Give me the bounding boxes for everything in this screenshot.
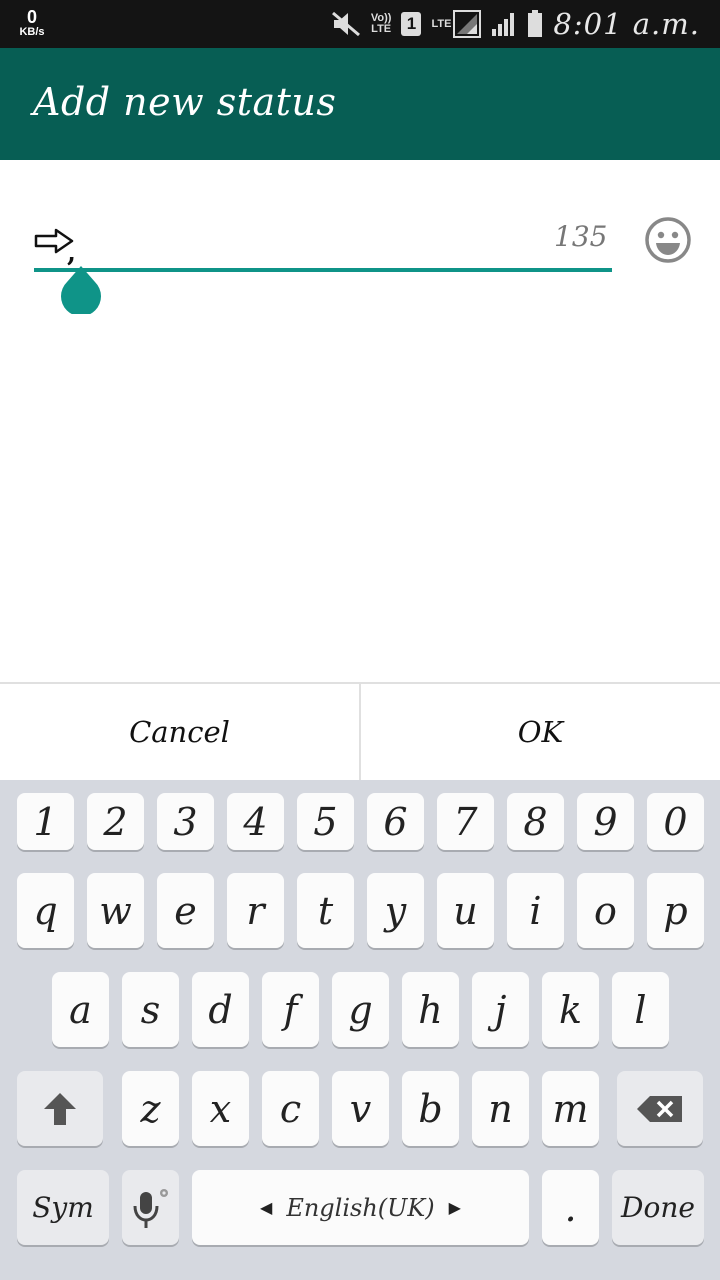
key-o[interactable]: o — [577, 873, 634, 948]
key-1[interactable]: 1 — [17, 793, 74, 850]
key-x[interactable]: x — [192, 1071, 249, 1146]
key-w[interactable]: w — [87, 873, 144, 948]
key-r[interactable]: r — [227, 873, 284, 948]
app-bar: Add new status — [0, 48, 720, 160]
key-0[interactable]: 0 — [647, 793, 704, 850]
clock: 8:01 a.m. — [553, 7, 700, 41]
network-speed: 0 KB/s — [14, 8, 50, 38]
key-z[interactable]: z — [122, 1071, 179, 1146]
status-bar: 0 KB/s Vo)) LTE 1 LTE 8:01 a.m. — [0, 0, 720, 48]
key-d[interactable]: d — [192, 972, 249, 1047]
mute-icon — [331, 11, 360, 37]
keyboard: 1 2 3 4 5 6 7 8 9 0 q w e r t y u i o p … — [0, 780, 720, 1280]
key-n[interactable]: n — [472, 1071, 529, 1146]
key-g[interactable]: g — [332, 972, 389, 1047]
status-input-area: , 135 — [0, 160, 720, 682]
input-underline — [34, 268, 612, 272]
lte-label: LTE — [431, 17, 452, 30]
period-key[interactable]: . — [542, 1170, 599, 1245]
key-8[interactable]: 8 — [507, 793, 564, 850]
key-q[interactable]: q — [17, 873, 74, 948]
emoji-icon[interactable] — [644, 216, 692, 264]
language-prev-icon: ◀ — [260, 1198, 273, 1217]
page-title: Add new status — [33, 80, 337, 124]
key-6[interactable]: 6 — [367, 793, 424, 850]
char-counter: 135 — [554, 220, 608, 253]
key-5[interactable]: 5 — [297, 793, 354, 850]
key-m[interactable]: m — [542, 1071, 599, 1146]
space-key[interactable]: ◀ English(UK) ▶ — [192, 1170, 529, 1245]
network-speed-value: 0 — [26, 7, 37, 27]
key-l[interactable]: l — [612, 972, 669, 1047]
sim-icon: 1 — [401, 12, 422, 36]
shift-key[interactable] — [17, 1071, 103, 1146]
backspace-icon — [637, 1095, 682, 1122]
signal-icon — [492, 13, 515, 36]
key-s[interactable]: s — [122, 972, 179, 1047]
microphone-icon — [133, 1188, 168, 1228]
network-speed-unit: KB/s — [19, 26, 45, 38]
key-9[interactable]: 9 — [577, 793, 634, 850]
key-i[interactable]: i — [507, 873, 564, 948]
dialog-buttons: Cancel OK — [0, 682, 720, 780]
shift-arrow-icon — [44, 1092, 76, 1125]
key-b[interactable]: b — [402, 1071, 459, 1146]
voice-input-key[interactable] — [122, 1170, 179, 1245]
key-u[interactable]: u — [437, 873, 494, 948]
backspace-key[interactable] — [617, 1071, 703, 1146]
status-input-text[interactable]: , — [67, 238, 76, 268]
key-4[interactable]: 4 — [227, 793, 284, 850]
key-7[interactable]: 7 — [437, 793, 494, 850]
cursor-handle[interactable] — [61, 266, 101, 314]
lte-signal-icon — [453, 10, 482, 38]
key-j[interactable]: j — [472, 972, 529, 1047]
volte-icon: Vo)) LTE — [370, 12, 392, 35]
key-p[interactable]: p — [647, 873, 704, 948]
battery-icon — [528, 10, 543, 37]
key-v[interactable]: v — [332, 1071, 389, 1146]
sym-key[interactable]: Sym — [17, 1170, 109, 1245]
key-f[interactable]: f — [262, 972, 319, 1047]
key-h[interactable]: h — [402, 972, 459, 1047]
key-e[interactable]: e — [157, 873, 214, 948]
key-2[interactable]: 2 — [87, 793, 144, 850]
cancel-button[interactable]: Cancel — [0, 684, 359, 780]
language-label: English(UK) — [286, 1193, 435, 1222]
ok-button[interactable]: OK — [359, 684, 720, 780]
key-t[interactable]: t — [297, 873, 354, 948]
key-a[interactable]: a — [52, 972, 109, 1047]
key-3[interactable]: 3 — [157, 793, 214, 850]
language-next-icon: ▶ — [448, 1198, 461, 1217]
done-key[interactable]: Done — [612, 1170, 704, 1245]
key-k[interactable]: k — [542, 972, 599, 1047]
key-y[interactable]: y — [367, 873, 424, 948]
key-c[interactable]: c — [262, 1071, 319, 1146]
